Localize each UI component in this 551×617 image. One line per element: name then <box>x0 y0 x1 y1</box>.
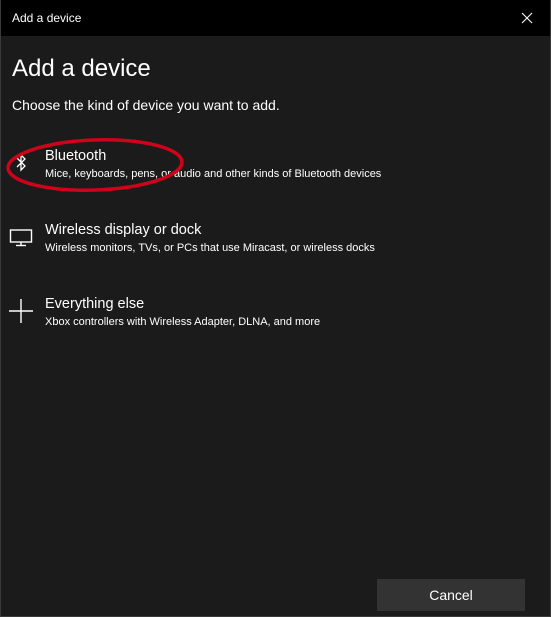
monitor-icon <box>6 222 36 252</box>
option-everything-else-label: Everything else <box>45 296 145 312</box>
page-subtitle: Choose the kind of device you want to ad… <box>12 97 280 113</box>
add-device-dialog: Add a device Add a device Choose the kin… <box>0 0 551 617</box>
plus-icon <box>6 296 36 326</box>
option-wireless-display[interactable]: Wireless display or dock Wireless monito… <box>1 222 550 272</box>
bluetooth-icon <box>6 148 36 178</box>
cancel-button[interactable]: Cancel <box>377 579 525 611</box>
option-wireless-display-label: Wireless display or dock <box>45 222 202 238</box>
option-everything-else[interactable]: Everything else Xbox controllers with Wi… <box>1 296 550 346</box>
window-title: Add a device <box>12 11 82 25</box>
option-wireless-display-description: Wireless monitors, TVs, or PCs that use … <box>45 242 375 254</box>
option-bluetooth[interactable]: Bluetooth Mice, keyboards, pens, or audi… <box>1 148 550 198</box>
page-title: Add a device <box>12 55 151 82</box>
close-button[interactable] <box>504 0 550 36</box>
title-bar: Add a device <box>1 0 550 36</box>
option-bluetooth-description: Mice, keyboards, pens, or audio and othe… <box>45 168 382 180</box>
option-everything-else-description: Xbox controllers with Wireless Adapter, … <box>45 316 321 328</box>
close-icon <box>521 12 533 24</box>
option-bluetooth-label: Bluetooth <box>45 148 107 164</box>
